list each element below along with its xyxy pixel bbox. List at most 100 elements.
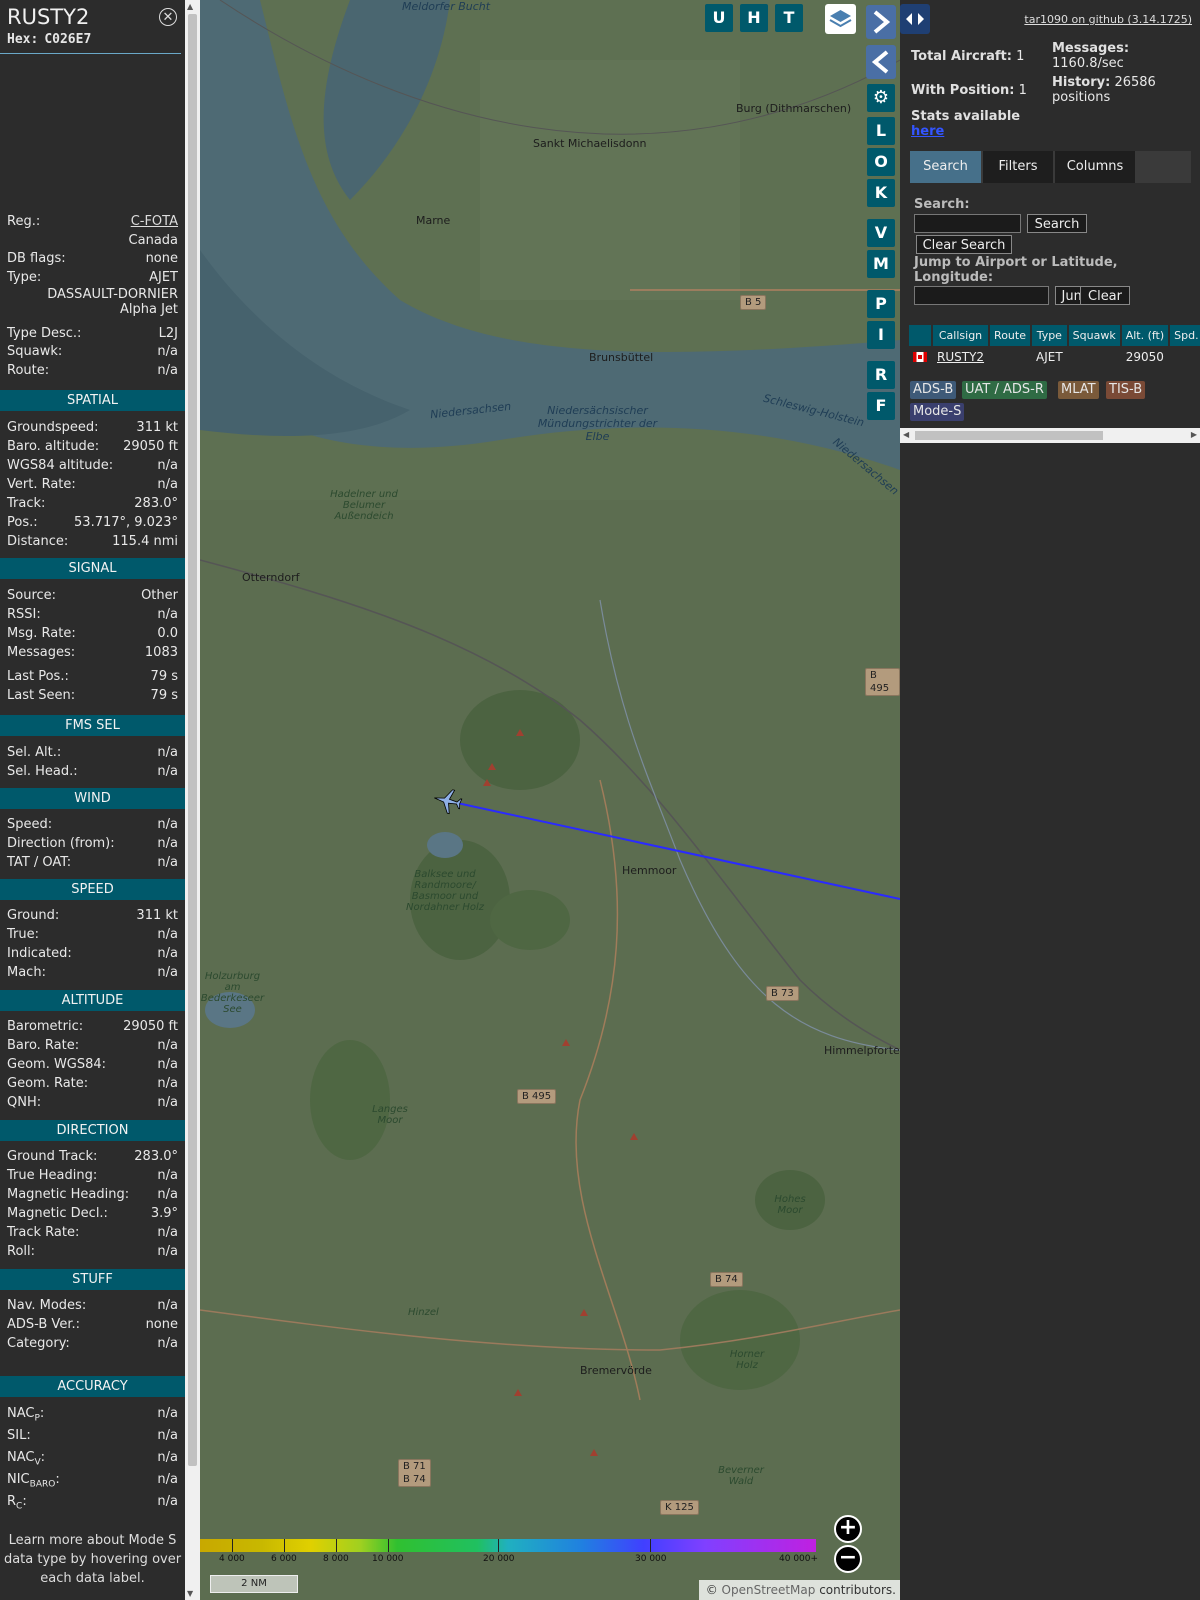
- field-value: none: [145, 1317, 178, 1332]
- field-label[interactable]: Mach:: [7, 964, 46, 982]
- field-label[interactable]: Magnetic Heading:: [7, 1186, 129, 1204]
- field-label[interactable]: Groundspeed:: [7, 419, 98, 437]
- field-label[interactable]: Distance:: [7, 533, 68, 551]
- layers-icon[interactable]: [825, 4, 856, 34]
- info-scrollbar[interactable]: ▲ ▼: [185, 0, 200, 1600]
- registration-link[interactable]: C-FOTA: [131, 213, 178, 231]
- field-label[interactable]: Geom. WGS84:: [7, 1056, 106, 1074]
- field-label[interactable]: Indicated:: [7, 945, 72, 963]
- map-view[interactable]: Burg (Dithmarschen) Sankt Michaelisdonn …: [200, 0, 900, 1600]
- toggle-replay-button[interactable]: R: [867, 361, 895, 389]
- col-squawk[interactable]: Squawk: [1068, 325, 1120, 346]
- field-label[interactable]: Direction (from):: [7, 835, 115, 853]
- field-label[interactable]: Magnetic Decl.:: [7, 1205, 108, 1223]
- field-label[interactable]: Speed:: [7, 816, 52, 834]
- toggle-kiosk-button[interactable]: K: [867, 179, 895, 207]
- tab-columns[interactable]: Columns: [1055, 151, 1135, 183]
- toggle-multiselect-button[interactable]: M: [867, 250, 895, 278]
- field-label[interactable]: Msg. Rate:: [7, 625, 76, 643]
- field-label[interactable]: Ground Track:: [7, 1148, 97, 1166]
- field-label[interactable]: Geom. Rate:: [7, 1075, 88, 1093]
- field-label[interactable]: Nav. Modes:: [7, 1297, 86, 1315]
- toggle-units-button[interactable]: U: [705, 4, 733, 32]
- field-label[interactable]: QNH:: [7, 1094, 41, 1112]
- field-label[interactable]: Last Seen:: [7, 687, 75, 705]
- field-label[interactable]: NACP:: [7, 1405, 44, 1428]
- scale-line: 2 NM: [210, 1575, 298, 1593]
- expand-sidebar-icon[interactable]: [900, 4, 930, 34]
- field-label[interactable]: TAT / OAT:: [7, 854, 71, 872]
- field-label[interactable]: Barometric:: [7, 1018, 83, 1036]
- field-label[interactable]: Ground:: [7, 907, 59, 925]
- source-badge[interactable]: TIS-B: [1106, 381, 1146, 399]
- col-altitude[interactable]: Alt. (ft): [1121, 325, 1169, 346]
- field-label[interactable]: Last Pos.:: [7, 668, 69, 686]
- zoom-in-button[interactable]: +: [834, 1515, 862, 1543]
- clear-search-button[interactable]: Clear Search: [916, 235, 1012, 254]
- field-label[interactable]: NACV:: [7, 1449, 45, 1472]
- toggle-tracks-button[interactable]: T: [775, 4, 803, 32]
- stuff-row: ADS-B Ver.: none: [7, 1316, 178, 1334]
- chevron-right-icon[interactable]: [866, 5, 896, 39]
- toggle-persistence-button[interactable]: P: [867, 290, 895, 318]
- field-label[interactable]: RSSI:: [7, 606, 41, 624]
- field-label[interactable]: Roll:: [7, 1243, 35, 1261]
- jump-input[interactable]: [914, 286, 1049, 305]
- field-label[interactable]: Track Rate:: [7, 1224, 79, 1242]
- place-label: Hemmoor: [622, 864, 677, 877]
- field-label[interactable]: Pos.:: [7, 514, 38, 532]
- field-label[interactable]: Source:: [7, 587, 56, 605]
- field-value: n/a: [157, 1244, 178, 1259]
- close-icon[interactable]: ✕: [159, 8, 177, 26]
- search-input[interactable]: [914, 214, 1021, 233]
- col-type[interactable]: Type: [1031, 325, 1067, 346]
- osm-link[interactable]: OpenStreetMap: [722, 1583, 816, 1597]
- toggle-extended-labels-button[interactable]: O: [867, 148, 895, 176]
- field-label[interactable]: Vert. Rate:: [7, 476, 76, 494]
- col-flag[interactable]: [909, 325, 931, 346]
- search-button[interactable]: Search: [1027, 214, 1087, 233]
- stats-link[interactable]: here: [911, 124, 944, 139]
- gear-icon[interactable]: ⚙: [867, 84, 895, 112]
- col-route[interactable]: Route: [990, 325, 1030, 346]
- source-badge[interactable]: Mode-S: [910, 403, 965, 421]
- field-label[interactable]: NICBARO:: [7, 1471, 60, 1494]
- toggle-vectors-button[interactable]: V: [867, 219, 895, 247]
- field-label[interactable]: Baro. Rate:: [7, 1037, 79, 1055]
- signal-row: Msg. Rate: 0.0: [7, 625, 178, 643]
- field-label[interactable]: Track:: [7, 495, 45, 513]
- direction-row: Ground Track: 283.0°: [7, 1148, 178, 1166]
- field-label[interactable]: Category:: [7, 1335, 70, 1353]
- zoom-out-button[interactable]: −: [834, 1545, 862, 1573]
- chevron-left-icon[interactable]: [866, 45, 896, 79]
- toggle-hide-button[interactable]: H: [740, 4, 768, 32]
- toggle-icao-button[interactable]: I: [867, 321, 895, 349]
- clear-jump-button[interactable]: Clear: [1080, 286, 1130, 305]
- field-label[interactable]: Messages:: [7, 644, 75, 662]
- tab-filters[interactable]: Filters: [983, 151, 1053, 183]
- field-label[interactable]: RC:: [7, 1493, 27, 1516]
- tab-search[interactable]: Search: [910, 151, 981, 183]
- stuff-row: Nav. Modes: n/a: [7, 1297, 178, 1315]
- source-badge[interactable]: ADS-B: [910, 381, 957, 399]
- toggle-labels-button[interactable]: L: [867, 117, 895, 145]
- canada-flag-icon: [909, 348, 931, 365]
- table-horizontal-scrollbar[interactable]: ◀ ▶: [900, 428, 1200, 443]
- github-link[interactable]: tar1090 on github (3.14.1725): [1024, 13, 1192, 26]
- col-callsign[interactable]: Callsign: [933, 325, 989, 346]
- row-callsign[interactable]: RUSTY2: [933, 348, 989, 365]
- field-label[interactable]: Sel. Alt.:: [7, 744, 61, 762]
- field-label[interactable]: Sel. Head.:: [7, 763, 78, 781]
- field-label[interactable]: ADS-B Ver.:: [7, 1316, 80, 1334]
- field-label[interactable]: SIL:: [7, 1427, 31, 1445]
- toggle-follow-button[interactable]: F: [867, 392, 895, 420]
- field-label[interactable]: WGS84 altitude:: [7, 457, 113, 475]
- source-badge[interactable]: MLAT: [1058, 381, 1099, 399]
- table-row[interactable]: RUSTY2 AJET 29050: [909, 348, 1200, 365]
- field-label[interactable]: True:: [7, 926, 39, 944]
- spatial-row: Track: 283.0°: [7, 495, 178, 513]
- field-label[interactable]: True Heading:: [7, 1167, 97, 1185]
- source-badge[interactable]: UAT / ADS-R: [962, 381, 1047, 399]
- col-speed[interactable]: Spd.: [1170, 325, 1200, 346]
- field-label[interactable]: Baro. altitude:: [7, 438, 99, 456]
